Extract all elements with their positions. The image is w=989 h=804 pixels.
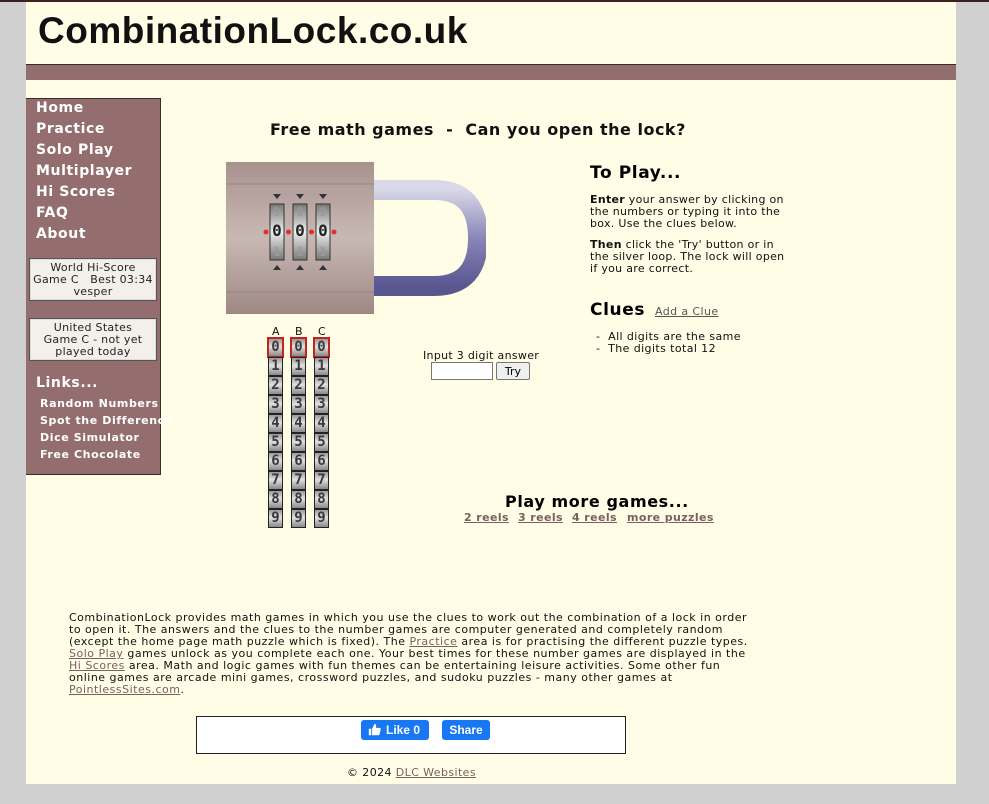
- reel-a-digit[interactable]: 1: [268, 357, 283, 376]
- clues-heading: Clues: [590, 300, 646, 320]
- reel-a-digit[interactable]: 0: [267, 337, 284, 358]
- reel-c-digit[interactable]: 2: [314, 376, 329, 395]
- reel-c-digit[interactable]: 6: [314, 452, 329, 471]
- lock-wheel-b-above: 9: [296, 205, 303, 219]
- reel-b-digit[interactable]: 7: [291, 471, 306, 490]
- thumbs-up-icon: [368, 720, 381, 740]
- reel-b-digit[interactable]: 1: [291, 357, 306, 376]
- about-text: .: [180, 683, 185, 696]
- lock-image[interactable]: 901901901: [226, 162, 486, 314]
- country-score-box: United States Game C - not yet played to…: [29, 318, 157, 361]
- to-play-heading: To Play...: [590, 163, 682, 183]
- lock-wheel-a-digits: 0: [272, 221, 282, 240]
- reel-c-digit[interactable]: 9: [314, 509, 329, 528]
- footer: © 2024 DLC Websites: [347, 766, 476, 779]
- reel-b-digit[interactable]: 0: [290, 337, 307, 358]
- indicator-dot-icon: [263, 229, 269, 235]
- main-heading: Free math games - Can you open the lock?: [270, 120, 686, 139]
- reel-b-digit[interactable]: 5: [291, 433, 306, 452]
- reel-a-digit[interactable]: 6: [268, 452, 283, 471]
- nav-multiplayer[interactable]: Multiplayer: [36, 163, 132, 179]
- more-games-more-puzzles[interactable]: more puzzles: [627, 511, 714, 524]
- reel-c-digit[interactable]: 1: [314, 357, 329, 376]
- reel-a-digit[interactable]: 5: [268, 433, 283, 452]
- try-button[interactable]: Try: [496, 362, 530, 380]
- column-label-a: A: [272, 325, 280, 338]
- link-spot-the-difference[interactable]: Spot the Difference: [40, 414, 173, 427]
- reel-c-digit[interactable]: 0: [313, 337, 330, 358]
- reel-a-digit[interactable]: 8: [268, 490, 283, 509]
- reel-c-digit[interactable]: 3: [314, 395, 329, 414]
- add-clue-link[interactable]: Add a Clue: [655, 305, 719, 318]
- links-heading: Links...: [36, 375, 99, 391]
- reel-b-digit[interactable]: 3: [291, 395, 306, 414]
- lock-wheel-c-below: 1: [319, 245, 326, 259]
- nav-home[interactable]: Home: [36, 100, 84, 116]
- about-paragraph: CombinationLock provides math games in w…: [69, 612, 759, 696]
- more-games-heading: Play more games...: [505, 492, 689, 511]
- header-bar: [26, 64, 956, 80]
- sidebar: Home Practice Solo Play Multiplayer Hi S…: [26, 98, 172, 475]
- reel-b-digit[interactable]: 9: [291, 509, 306, 528]
- link-free-chocolate[interactable]: Free Chocolate: [40, 448, 141, 461]
- instructions-then: Then click the 'Try' button or in the si…: [590, 239, 790, 275]
- reel-b-digit[interactable]: 2: [291, 376, 306, 395]
- lock-wheel-c-digits: 0: [318, 221, 328, 240]
- more-games-4-reels[interactable]: 4 reels: [572, 511, 617, 524]
- facebook-like-label: Like 0: [386, 723, 421, 737]
- nav-about[interactable]: About: [36, 226, 86, 242]
- site-title[interactable]: CombinationLock.co.uk: [38, 10, 468, 52]
- lock-wheel-a-above: 9: [273, 205, 280, 219]
- clue-item: - The digits total 12: [596, 342, 716, 355]
- page: CombinationLock.co.uk Home Practice Solo…: [26, 2, 956, 784]
- reel-a-digit[interactable]: 7: [268, 471, 283, 490]
- answer-label: Input 3 digit answer: [423, 349, 540, 362]
- facebook-like-button[interactable]: Like 0: [361, 720, 429, 740]
- facebook-share-button[interactable]: Share: [442, 720, 490, 740]
- copyright-text: © 2024: [347, 766, 396, 779]
- indicator-dot-icon: [309, 229, 314, 235]
- nav-faq[interactable]: FAQ: [36, 205, 69, 221]
- more-games-3-reels[interactable]: 3 reels: [518, 511, 563, 524]
- lock-shackle[interactable]: [372, 180, 486, 296]
- world-hiscore-player: vesper: [73, 285, 113, 298]
- answer-input[interactable]: [431, 362, 493, 380]
- reel-a-digit[interactable]: 3: [268, 395, 283, 414]
- footer-link-dlc-websites[interactable]: DLC Websites: [396, 766, 476, 779]
- reel-c-digit[interactable]: 4: [314, 414, 329, 433]
- more-games-2-reels[interactable]: 2 reels: [464, 511, 509, 524]
- lock-wheels[interactable]: 901901901: [263, 194, 337, 270]
- instructions-enter: Enter your answer by clicking on the num…: [590, 194, 790, 230]
- world-hiscore-box: World Hi-Score Game C Best 03:34 vesper: [29, 258, 157, 301]
- nav-solo-play[interactable]: Solo Play: [36, 142, 114, 158]
- reel-c-digit[interactable]: 8: [314, 490, 329, 509]
- link-dice-simulator[interactable]: Dice Simulator: [40, 431, 140, 444]
- lock-wheel-b-digits: 0: [295, 221, 305, 240]
- reel-c-digit[interactable]: 7: [314, 471, 329, 490]
- lock-wheel-c-above: 9: [319, 205, 326, 219]
- social-box: Like 0 Share: [196, 716, 626, 754]
- reel-b-digit[interactable]: 8: [291, 490, 306, 509]
- column-label-b: B: [295, 325, 303, 338]
- reel-c-digit[interactable]: 5: [314, 433, 329, 452]
- nav-hi-scores[interactable]: Hi Scores: [36, 184, 116, 200]
- indicator-dot-icon: [286, 229, 291, 235]
- about-link-pointlesssites[interactable]: PointlessSites.com: [69, 683, 180, 696]
- indicator-dot-icon: [331, 229, 337, 235]
- country-status: played today: [55, 345, 131, 358]
- nav-practice[interactable]: Practice: [36, 121, 105, 137]
- lock-wheel-b-below: 1: [296, 245, 303, 259]
- lock-wheel-a-below: 1: [273, 245, 280, 259]
- reel-a-digit[interactable]: 9: [268, 509, 283, 528]
- reel-b-digit[interactable]: 6: [291, 452, 306, 471]
- reel-a-digit[interactable]: 2: [268, 376, 283, 395]
- column-label-c: C: [318, 325, 326, 338]
- link-random-numbers[interactable]: Random Numbers: [40, 397, 159, 410]
- reel-a-digit[interactable]: 4: [268, 414, 283, 433]
- reel-b-digit[interactable]: 4: [291, 414, 306, 433]
- about-text: area. Math and logic games with fun them…: [69, 659, 721, 684]
